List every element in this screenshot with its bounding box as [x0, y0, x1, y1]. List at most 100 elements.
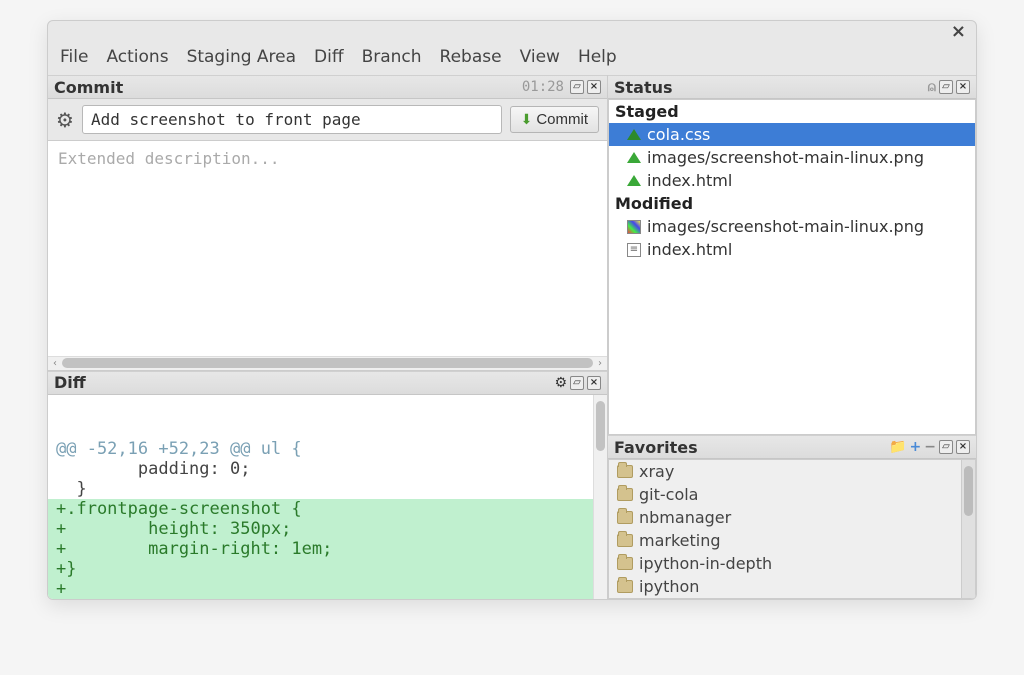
folder-icon — [617, 534, 633, 547]
menu-staging-area[interactable]: Staging Area — [187, 47, 296, 67]
status-file-item[interactable]: cola.css — [609, 123, 975, 146]
commit-panel-close-icon[interactable]: × — [587, 80, 601, 94]
commit-panel-title: Commit — [54, 78, 123, 97]
diff-line[interactable]: + margin-right: 1em; — [48, 539, 607, 559]
status-file-name: images/screenshot-main-linux.png — [647, 217, 924, 236]
favorite-item[interactable]: ipython-in-depth — [609, 552, 975, 575]
diff-vscrollbar[interactable] — [593, 395, 607, 600]
app-window: × File Actions Staging Area Diff Branch … — [47, 20, 977, 600]
status-file-item[interactable]: images/screenshot-main-linux.png — [609, 146, 975, 169]
left-column: Commit 01:28 ▱ × ⚙ ⬇ Commit — [48, 75, 608, 599]
content-area: Commit 01:28 ▱ × ⚙ ⬇ Commit — [48, 75, 976, 599]
commit-summary-input[interactable] — [82, 105, 502, 134]
commit-extended-area: ‹ › — [48, 141, 607, 371]
favorite-item-label: git-cola — [639, 485, 698, 504]
menubar: File Actions Staging Area Diff Branch Re… — [48, 43, 976, 75]
status-file-item[interactable]: index.html — [609, 169, 975, 192]
text-file-icon: ≡ — [627, 243, 641, 257]
status-file-name: images/screenshot-main-linux.png — [647, 148, 924, 167]
diff-line[interactable]: + height: 350px; — [48, 519, 607, 539]
diff-panel-float-icon[interactable]: ▱ — [570, 376, 584, 390]
diff-line[interactable]: } — [48, 479, 607, 499]
menu-help[interactable]: Help — [578, 47, 617, 67]
favorites-open-folder-icon[interactable]: 📁 — [889, 440, 906, 454]
commit-download-icon: ⬇ — [521, 111, 533, 128]
scroll-thumb[interactable] — [964, 466, 973, 516]
menu-view[interactable]: View — [520, 47, 560, 67]
diff-line[interactable]: @@ -52,16 +52,23 @@ ul { — [48, 439, 607, 459]
status-section-header[interactable]: Staged — [609, 100, 975, 123]
status-file-name: cola.css — [647, 125, 710, 144]
menu-file[interactable]: File — [60, 47, 88, 67]
status-filter-icon[interactable]: ⍝ — [928, 80, 936, 94]
favorite-item[interactable]: ipython — [609, 575, 975, 598]
status-panel-float-icon[interactable]: ▱ — [939, 80, 953, 94]
favorites-panel-header: Favorites 📁 + − ▱ × — [608, 435, 976, 459]
favorites-panel-float-icon[interactable]: ▱ — [939, 440, 953, 454]
status-file-item[interactable]: ≡ index.html — [609, 238, 975, 261]
status-file-name: index.html — [647, 240, 732, 259]
commit-time-label: 01:28 — [522, 79, 564, 95]
favorite-item-label: marketing — [639, 531, 721, 550]
menu-rebase[interactable]: Rebase — [440, 47, 502, 67]
status-panel-close-icon[interactable]: × — [956, 80, 970, 94]
window-titlebar: × — [48, 21, 976, 43]
folder-icon — [617, 488, 633, 501]
diff-panel: Diff ⚙ ▱ × @@ -52,16 +52,23 @@ ul { padd… — [48, 371, 607, 600]
diff-view[interactable]: @@ -52,16 +52,23 @@ ul { padding: 0; }+.… — [48, 395, 607, 600]
diff-panel-header: Diff ⚙ ▱ × — [48, 371, 607, 395]
scroll-thumb[interactable] — [62, 358, 593, 368]
favorite-item[interactable]: xray — [609, 460, 975, 483]
commit-extended-input[interactable] — [48, 141, 607, 356]
scroll-left-arrow-icon[interactable]: ‹ — [48, 358, 62, 369]
diff-panel-close-icon[interactable]: × — [587, 376, 601, 390]
diff-panel-title: Diff — [54, 373, 86, 392]
folder-icon — [617, 511, 633, 524]
menu-actions[interactable]: Actions — [106, 47, 168, 67]
scroll-right-arrow-icon[interactable]: › — [593, 358, 607, 369]
menu-diff[interactable]: Diff — [314, 47, 344, 67]
status-file-item[interactable]: images/screenshot-main-linux.png — [609, 215, 975, 238]
image-file-icon — [627, 220, 641, 234]
favorites-panel: Favorites 📁 + − ▱ × xray git-cola nbmanage… — [608, 435, 976, 599]
favorite-item-label: ipython-in-depth — [639, 554, 772, 573]
status-file-name: index.html — [647, 171, 732, 190]
diff-line[interactable]: +} — [48, 559, 607, 579]
diff-line[interactable]: +.frontpage-screenshot { — [48, 499, 607, 519]
favorite-item[interactable]: marketing — [609, 529, 975, 552]
favorite-item-label: xray — [639, 462, 674, 481]
staged-triangle-icon — [627, 129, 641, 140]
favorite-item-label: nbmanager — [639, 508, 731, 527]
commit-extended-hscrollbar[interactable]: ‹ › — [48, 356, 607, 370]
favorite-item[interactable]: nbmanager — [609, 506, 975, 529]
commit-settings-gear-icon[interactable]: ⚙ — [56, 108, 74, 132]
commit-button-label: Commit — [536, 111, 588, 128]
window-close-button[interactable]: × — [951, 23, 966, 41]
right-column: Status ⍝ ▱ × Staged cola.css images/screen… — [608, 75, 976, 599]
folder-icon — [617, 557, 633, 570]
status-panel-header: Status ⍝ ▱ × — [608, 75, 976, 99]
favorites-list[interactable]: xray git-cola nbmanager marketing ipython-in… — [608, 459, 976, 599]
favorites-panel-title: Favorites — [614, 438, 698, 457]
favorite-item[interactable]: git-cola — [609, 483, 975, 506]
staged-triangle-icon — [627, 175, 641, 186]
staged-triangle-icon — [627, 152, 641, 163]
favorites-vscrollbar[interactable] — [961, 460, 975, 598]
status-tree[interactable]: Staged cola.css images/screenshot-main-lin… — [608, 99, 976, 435]
diff-settings-gear-icon[interactable]: ⚙ — [554, 376, 567, 390]
favorites-panel-close-icon[interactable]: × — [956, 440, 970, 454]
commit-panel-header: Commit 01:28 ▱ × — [48, 75, 607, 99]
favorites-remove-icon[interactable]: − — [924, 440, 936, 454]
menu-branch[interactable]: Branch — [362, 47, 422, 67]
favorites-add-icon[interactable]: + — [910, 440, 922, 454]
folder-icon — [617, 465, 633, 478]
status-panel: Status ⍝ ▱ × Staged cola.css images/screen… — [608, 75, 976, 435]
diff-line[interactable]: padding: 0; — [48, 459, 607, 479]
folder-icon — [617, 580, 633, 593]
scroll-thumb[interactable] — [596, 401, 605, 451]
commit-panel-float-icon[interactable]: ▱ — [570, 80, 584, 94]
status-section-header[interactable]: Modified — [609, 192, 975, 215]
commit-button[interactable]: ⬇ Commit — [510, 106, 599, 133]
diff-line[interactable]: + — [48, 579, 607, 599]
status-panel-title: Status — [614, 78, 673, 97]
